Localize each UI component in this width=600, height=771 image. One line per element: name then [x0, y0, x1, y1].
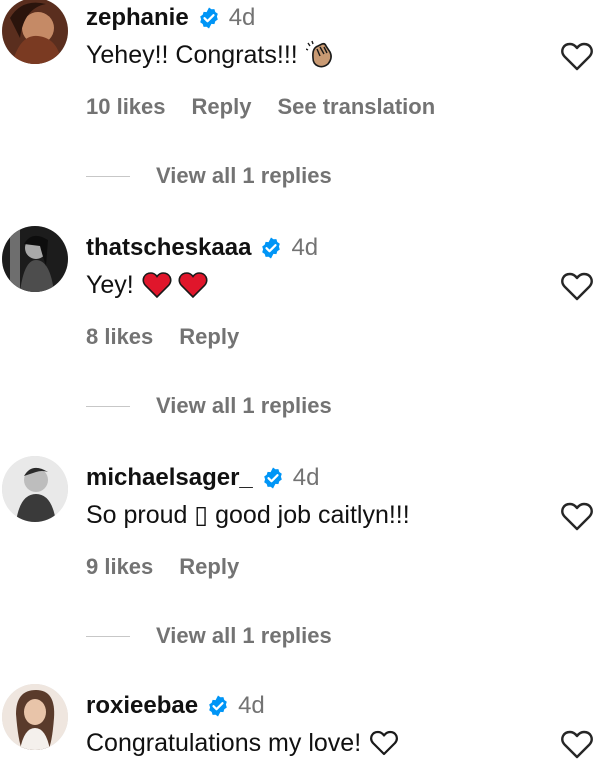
reply-button[interactable]: Reply [192, 94, 252, 120]
view-replies-label[interactable]: View all 1 replies [156, 623, 332, 649]
comment-text: So proud ▯ good job caitlyn!!! [86, 501, 410, 529]
like-heart-icon[interactable] [560, 270, 594, 302]
timestamp[interactable]: 4d [293, 464, 320, 492]
username[interactable]: michaelsager_ [86, 464, 253, 492]
view-replies-button[interactable]: View all 1 replies [86, 623, 332, 649]
view-replies-button[interactable]: View all 1 replies [86, 393, 332, 419]
like-heart-icon[interactable] [560, 500, 594, 532]
likes-count[interactable]: 9 likes [86, 554, 153, 580]
comment-text: Yehey!! Congrats!!! [86, 40, 336, 70]
see-translation-button[interactable]: See translation [277, 94, 435, 120]
clapping-hands-icon [305, 40, 336, 70]
avatar[interactable] [2, 0, 68, 64]
timestamp[interactable]: 4d [229, 4, 256, 32]
view-replies-label[interactable]: View all 1 replies [156, 163, 332, 189]
username[interactable]: thatscheskaaa [86, 234, 251, 262]
reply-button[interactable]: Reply [179, 324, 239, 350]
verified-badge-icon [206, 694, 230, 718]
timestamp[interactable]: 4d [238, 692, 265, 720]
red-heart-icon [178, 270, 208, 300]
likes-count[interactable]: 8 likes [86, 324, 153, 350]
avatar[interactable] [2, 456, 68, 522]
username[interactable]: roxieebae [86, 692, 198, 720]
verified-badge-icon [259, 236, 283, 260]
view-replies-button[interactable]: View all 1 replies [86, 163, 332, 189]
comment-text: Congratulations my love! [86, 728, 399, 758]
divider [86, 175, 130, 177]
avatar[interactable] [2, 226, 68, 292]
like-heart-icon[interactable] [560, 40, 594, 72]
view-replies-label[interactable]: View all 1 replies [156, 393, 332, 419]
username[interactable]: zephanie [86, 4, 189, 32]
verified-badge-icon [197, 6, 221, 30]
like-heart-icon[interactable] [560, 728, 594, 760]
divider [86, 635, 130, 637]
red-heart-icon [142, 270, 172, 300]
likes-count[interactable]: 10 likes [86, 94, 166, 120]
timestamp[interactable]: 4d [291, 234, 318, 262]
outline-heart-icon [369, 728, 399, 758]
divider [86, 405, 130, 407]
verified-badge-icon [261, 466, 285, 490]
comment-text: Yey! [86, 270, 208, 300]
reply-button[interactable]: Reply [179, 554, 239, 580]
avatar[interactable] [2, 684, 68, 750]
